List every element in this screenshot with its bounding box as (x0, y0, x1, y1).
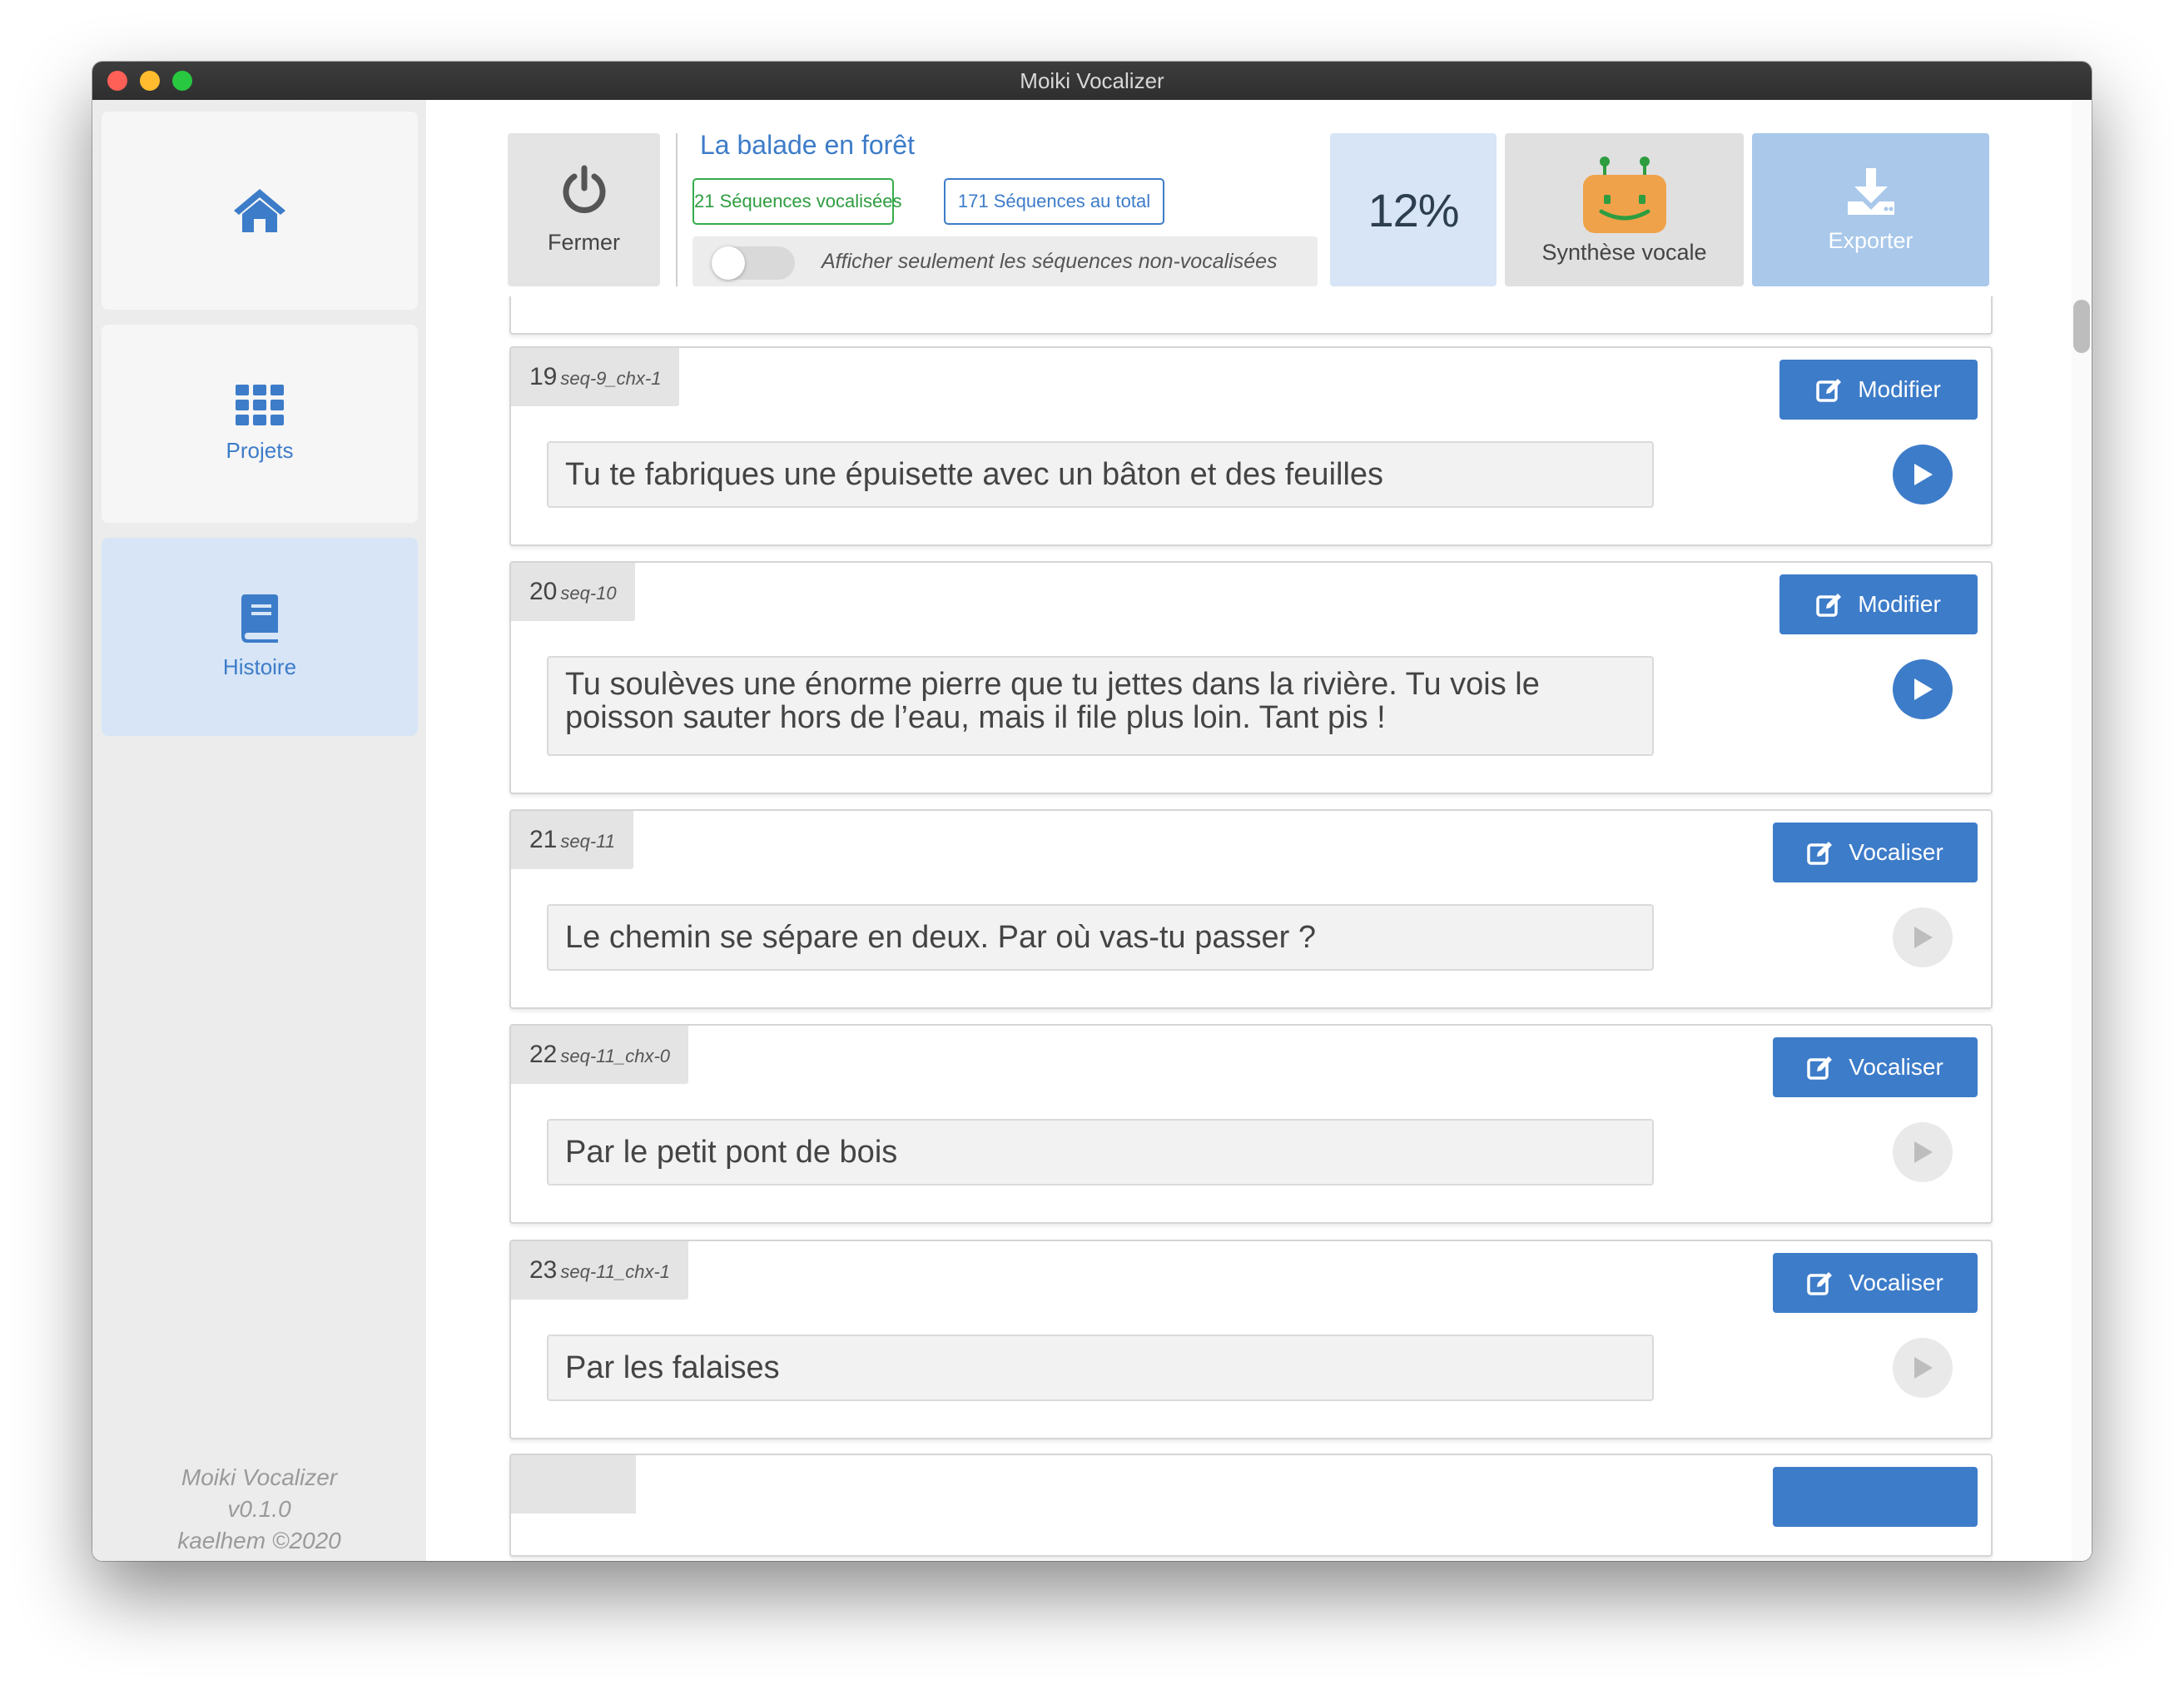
sidebar-item-projets[interactable]: Projets (102, 325, 418, 523)
sidebar-item-label: Histoire (222, 654, 297, 679)
app-name: Moiki Vocalizer (181, 1464, 338, 1490)
sequence-card-partial (509, 1454, 1993, 1557)
sidebar: Projets Histoire Moiki Vocalizer v0.1.0 … (92, 100, 426, 1561)
edit-button[interactable]: Modifier (1779, 360, 1978, 420)
play-button[interactable] (1893, 659, 1953, 719)
action-label: Vocaliser (1849, 1270, 1943, 1295)
sequence-id: seq-9_chx-1 (560, 368, 662, 389)
sequence-number: 23 (529, 1256, 558, 1284)
download-icon (1847, 167, 1894, 215)
vocalize-button[interactable]: Vocaliser (1773, 1037, 1978, 1097)
sequence-number: 21 (529, 826, 558, 853)
sequence-card: 21 seq-11 Vocaliser Le chemin se sépare en … (509, 809, 1993, 1009)
play-icon (1914, 464, 1933, 485)
toolbar-divider (676, 133, 678, 286)
play-icon (1914, 927, 1933, 948)
story-title: La balade en forêt (700, 130, 915, 160)
scrollbar[interactable] (2072, 100, 2092, 1561)
home-icon (234, 189, 285, 232)
edit-icon (1807, 842, 1833, 865)
sequence-tag: 20 seq-10 (511, 563, 635, 621)
sequence-id: seq-11_chx-1 (560, 1261, 671, 1282)
sequence-id: seq-10 (560, 583, 617, 604)
sequence-text: Par le petit pont de bois (547, 1119, 1654, 1185)
filter-label: Afficher seulement les séquences non-voc… (821, 250, 1278, 273)
tts-label: Synthèse vocale (1541, 239, 1707, 265)
sequence-card: 23 seq-11_chx-1 Vocaliser Par les falaises (509, 1240, 1993, 1439)
action-label: Modifier (1858, 591, 1941, 617)
play-button[interactable] (1893, 445, 1953, 505)
play-button[interactable] (1893, 1122, 1953, 1182)
title-bar: Moiki Vocalizer (92, 62, 2092, 101)
non-vocalized-filter-toggle[interactable] (712, 246, 795, 280)
edit-icon (1807, 1272, 1833, 1295)
sequence-card: 22 seq-11_chx-0 Vocaliser Par le petit pont… (509, 1024, 1993, 1224)
action-label: Vocaliser (1849, 1054, 1943, 1080)
play-icon (1914, 1141, 1933, 1163)
power-icon (563, 165, 605, 213)
sidebar-item-histoire[interactable]: Histoire (102, 538, 418, 736)
robot-icon (1582, 156, 1666, 233)
action-label: Modifier (1858, 376, 1941, 402)
tts-button[interactable]: Synthèse vocale (1505, 133, 1744, 286)
window-title: Moiki Vocalizer (1020, 68, 1164, 93)
sequence-text: Par les falaises (547, 1335, 1654, 1401)
edit-icon (1816, 594, 1842, 617)
progress-percent: 12% (1330, 133, 1497, 286)
sidebar-item-label: Projets (226, 437, 294, 463)
app-version: v0.1.0 (227, 1496, 291, 1522)
main-content: En jetant un gros caillou dans l’eau19se… (426, 100, 2092, 1561)
sequence-card: 20 seq-10 Modifier Tu soulèves une énorme p… (509, 561, 1993, 794)
sequence-text: Tu te fabriques une épuisette avec un bâ… (547, 441, 1654, 508)
sequence-number: 22 (529, 1041, 558, 1068)
play-icon (1914, 1357, 1933, 1379)
play-button[interactable] (1893, 1338, 1953, 1398)
sequence-number: 20 (529, 578, 558, 605)
edit-icon (1816, 379, 1842, 402)
play-icon (1914, 678, 1933, 700)
sidebar-item-home[interactable] (102, 112, 418, 310)
sequence-tag: 21 seq-11 (511, 811, 634, 869)
app-window: Moiki Vocalizer Projets Histoire Moiki V… (92, 62, 2092, 1561)
sequence-tag: 19 seq-9_chx-1 (511, 348, 680, 406)
close-story-button[interactable]: Fermer (508, 133, 660, 286)
sequence-card: 19 seq-9_chx-1 Modifier Tu te fabriques une… (509, 346, 1993, 546)
play-button[interactable] (1893, 907, 1953, 967)
vocalize-button[interactable]: Vocaliser (1773, 1253, 1978, 1313)
sequence-text: Le chemin se sépare en deux. Par où vas-… (547, 904, 1654, 971)
sequence-tag: 23 seq-11_chx-1 (511, 1241, 689, 1300)
grid-icon (236, 384, 284, 425)
total-count-badge: 171 Séquences au total (944, 178, 1164, 225)
sequence-text: Tu soulèves une énorme pierre que tu jet… (547, 656, 1654, 756)
copyright: kaelhem ©2020 (177, 1528, 341, 1553)
sequence-id: seq-11_chx-0 (560, 1046, 671, 1066)
export-button[interactable]: Exporter (1752, 133, 1989, 286)
action-label: Vocaliser (1849, 839, 1943, 865)
filter-bar: Afficher seulement les séquences non-voc… (692, 236, 1318, 286)
app-credits: Moiki Vocalizer v0.1.0 kaelhem ©2020 (92, 1462, 426, 1557)
scrollbar-thumb[interactable] (2073, 300, 2090, 353)
vocalized-count-badge: 21 Séquences vocalisées (692, 178, 902, 225)
export-label: Exporter (1828, 227, 1913, 253)
edit-icon (1807, 1056, 1833, 1080)
sequence-tag: 22 seq-11_chx-0 (511, 1026, 689, 1084)
sequence-number: 19 (529, 363, 558, 390)
sequence-id: seq-11 (560, 831, 616, 852)
vocalize-button[interactable]: Vocaliser (1773, 823, 1978, 882)
close-story-label: Fermer (548, 229, 620, 255)
book-icon (241, 594, 278, 643)
edit-button[interactable]: Modifier (1779, 574, 1978, 634)
